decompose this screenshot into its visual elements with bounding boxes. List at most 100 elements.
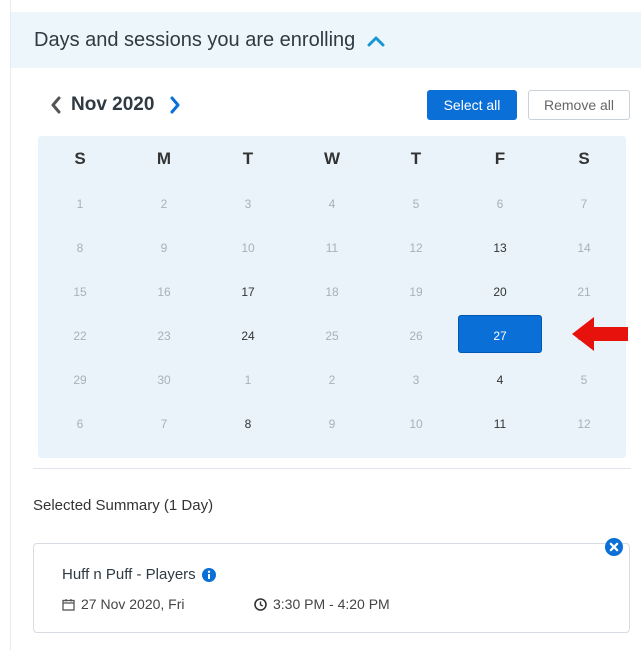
weekday-header: T [242,149,254,168]
day-number: 24 [241,329,255,343]
enrollment-panel: Days and sessions you are enrolling Nov … [10,0,641,650]
chevron-right-icon[interactable] [168,96,182,114]
weekday-header: F [494,149,506,168]
calendar-day: 22 [38,314,122,358]
weekday-header: S [74,149,86,168]
calendar-day[interactable]: 24 [206,314,290,358]
calendar-day: 8 [38,226,122,270]
calendar-day: 7 [542,182,626,226]
calendar-day: 10 [206,226,290,270]
calendar-day: 5 [374,182,458,226]
calendar-day: 29 [38,358,122,402]
day-number: 15 [73,285,87,299]
day-number: 11 [493,417,507,431]
calendar-day: 25 [290,314,374,358]
day-number: 7 [160,417,168,431]
info-icon[interactable] [201,567,216,582]
day-number: 19 [409,285,423,299]
calendar-day: 19 [374,270,458,314]
day-number: 26 [409,329,423,343]
calendar-day[interactable]: 11 [458,402,542,446]
calendar-day: 26 [374,314,458,358]
calendar-icon [62,598,75,611]
calendar-day: 9 [290,402,374,446]
day-number: 27 [493,329,507,343]
calendar-day: 1 [38,182,122,226]
calendar-day: 6 [38,402,122,446]
day-number: 13 [493,241,507,255]
calendar-day[interactable]: 20 [458,270,542,314]
calendar-day: 3 [374,358,458,402]
red-arrow-icon [570,314,630,354]
divider [33,468,631,469]
day-number: 17 [241,285,255,299]
remove-session-icon[interactable] [605,538,623,556]
chevron-left-icon[interactable] [49,96,63,114]
day-number: 10 [409,417,423,431]
remove-all-button[interactable]: Remove all [528,90,630,120]
day-number: 12 [577,417,591,431]
calendar-day[interactable]: 17 [206,270,290,314]
day-number: 29 [73,373,87,387]
select-all-button[interactable]: Select all [427,90,517,120]
day-number: 2 [328,373,336,387]
calendar-day: 14 [542,226,626,270]
day-number: 14 [577,241,591,255]
day-number: 8 [244,417,252,431]
calendar-day-selected[interactable]: 27 [458,314,542,358]
weekday-header: S [578,149,590,168]
calendar-day: 2 [290,358,374,402]
calendar-day: 2 [122,182,206,226]
calendar-day[interactable]: 13 [458,226,542,270]
section-header[interactable]: Days and sessions you are enrolling [11,12,641,68]
day-number: 12 [409,241,423,255]
calendar-day: 15 [38,270,122,314]
day-number: 5 [412,197,420,211]
session-date: 27 Nov 2020, Fri [81,596,185,612]
session-name: Huff n Puff - Players [62,566,196,583]
day-number: 25 [325,329,339,343]
calendar-day[interactable]: 4 [458,358,542,402]
calendar-day: 30 [122,358,206,402]
clock-icon [254,597,267,611]
weekday-header: T [410,149,422,168]
day-number: 2 [160,197,168,211]
day-number: 5 [580,373,588,387]
summary-title: Selected Summary (1 Day) [33,497,214,514]
day-number: 9 [160,241,168,255]
chevron-up-icon[interactable] [367,34,385,47]
weekday-header: M [156,149,172,168]
calendar-day: 23 [122,314,206,358]
day-number: 21 [577,285,591,299]
calendar-day: 7 [122,402,206,446]
calendar-day: 6 [458,182,542,226]
day-number: 3 [244,197,252,211]
calendar-grid: S M T W T F S 1 2 3 4 5 6 7 8 9 10 11 12 13 14 15 16 17 18 19 20 21… [38,136,626,458]
day-number: 1 [244,373,252,387]
calendar-day: 3 [206,182,290,226]
calendar-day: 18 [290,270,374,314]
month-label: Nov 2020 [71,94,155,115]
day-number: 1 [76,197,84,211]
day-number: 9 [328,417,336,431]
day-number: 22 [73,329,87,343]
day-number: 18 [325,285,339,299]
calendar-day: 11 [290,226,374,270]
session-time-row: 3:30 PM - 4:20 PM [254,596,390,612]
session-time: 3:30 PM - 4:20 PM [273,596,390,612]
calendar-day: 1 [206,358,290,402]
day-number: 4 [328,197,336,211]
day-number: 16 [157,285,171,299]
calendar-day[interactable]: 8 [206,402,290,446]
calendar-day: 9 [122,226,206,270]
session-card: Huff n Puff - Players 27 Nov 2020, Fri 3… [33,543,630,633]
day-number: 7 [580,197,588,211]
day-number: 20 [493,285,507,299]
calendar-day: 16 [122,270,206,314]
calendar-nav: Nov 2020 Select all Remove all [11,90,641,122]
day-number: 30 [157,373,171,387]
day-number: 6 [496,197,504,211]
weekday-header: W [323,149,341,168]
calendar-day: 4 [290,182,374,226]
calendar-day: 5 [542,358,626,402]
